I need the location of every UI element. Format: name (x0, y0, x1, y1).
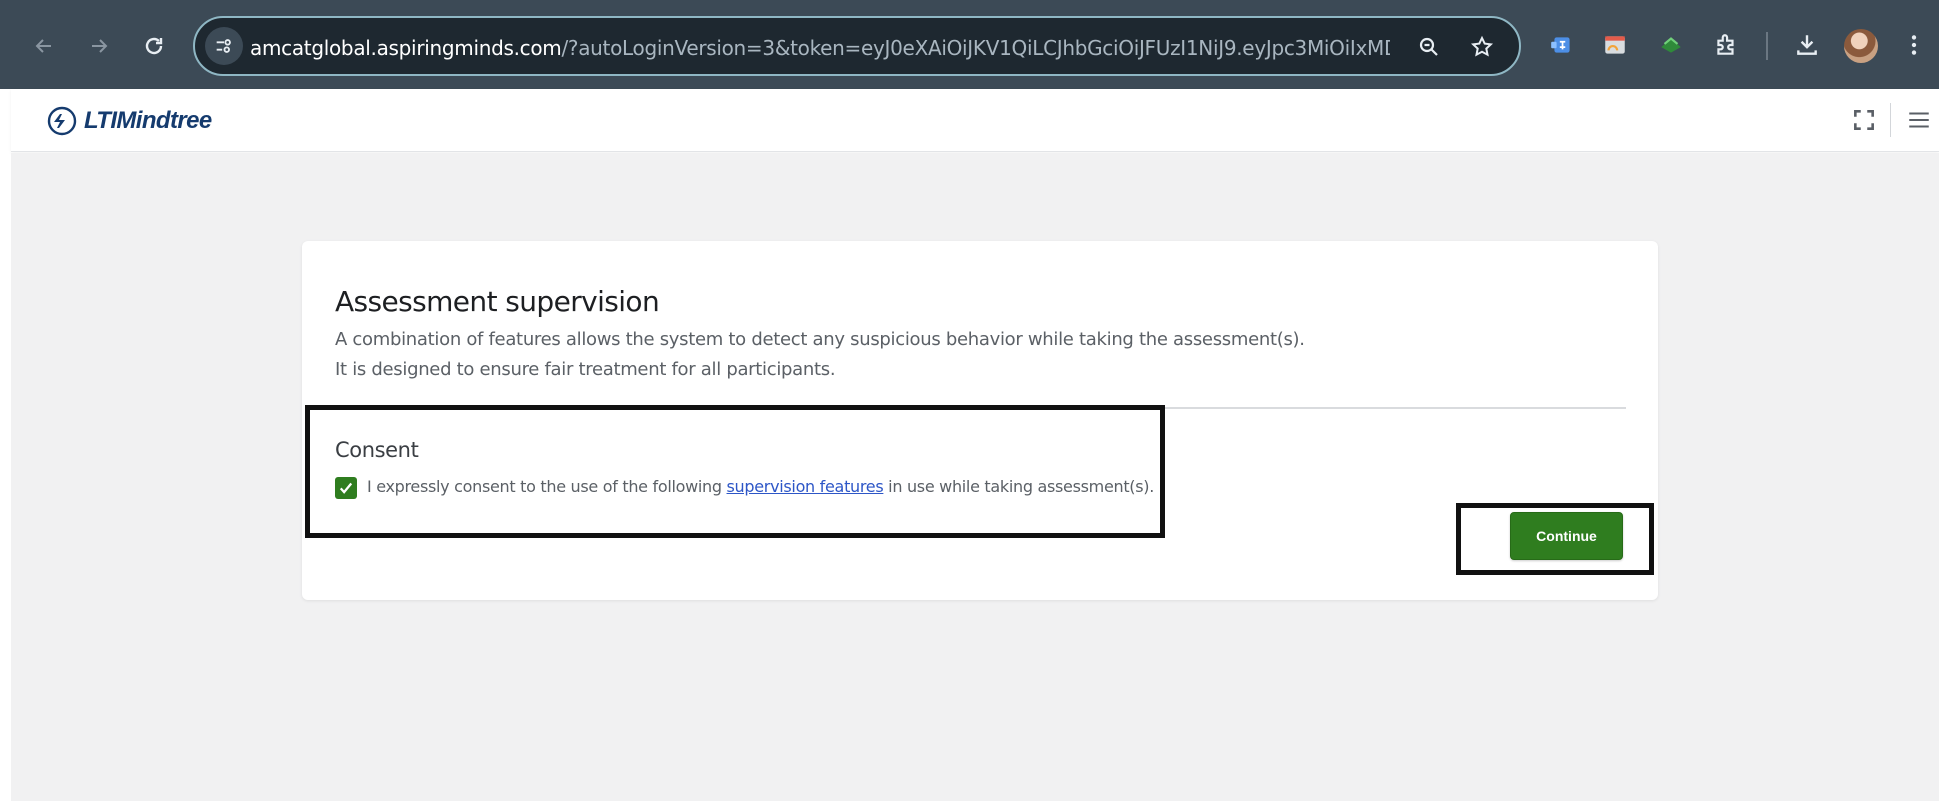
bookmark-star-icon[interactable] (1466, 31, 1498, 63)
extension-cast-icon[interactable] (1600, 30, 1630, 60)
fullscreen-icon[interactable] (1849, 105, 1879, 135)
browser-toolbar: amcatglobal.aspiringminds.com/?autoLogin… (0, 0, 1939, 89)
header-separator (1890, 103, 1891, 137)
url-host: amcatglobal.aspiringminds.com (250, 36, 562, 60)
zoom-icon[interactable] (1413, 31, 1445, 63)
app-header: LTIMindtree (11, 89, 1939, 152)
ltimindtree-logo-icon (47, 106, 77, 136)
page-title: Assessment supervision (335, 285, 660, 318)
toolbar-divider (1766, 32, 1768, 60)
url-path: /?autoLoginVersion=3&token=eyJ0eXAiOiJKV… (561, 36, 1390, 60)
ltimindtree-logo[interactable]: LTIMindtree (46, 101, 212, 141)
download-icon[interactable] (1792, 30, 1822, 60)
hamburger-menu-icon[interactable] (1904, 105, 1934, 135)
logo-text: LTIMindtree (84, 107, 212, 134)
continue-button[interactable]: Continue (1510, 512, 1623, 560)
left-gutter (0, 0, 11, 801)
description-line-2: It is designed to ensure fair treatment … (335, 359, 836, 380)
extension-layers-icon[interactable] (1656, 30, 1686, 60)
description-line-1: A combination of features allows the sys… (335, 329, 1305, 350)
more-menu-icon[interactable] (1899, 30, 1929, 60)
extension-icon[interactable] (1711, 30, 1741, 60)
site-info-icon[interactable] (205, 27, 243, 65)
back-arrow-icon[interactable] (22, 24, 66, 68)
profile-avatar[interactable] (1844, 29, 1878, 63)
forward-arrow-icon[interactable] (77, 24, 121, 68)
extension-translate-icon[interactable] (1547, 30, 1577, 60)
address-bar[interactable]: amcatglobal.aspiringminds.com/?autoLogin… (193, 16, 1521, 76)
consent-highlight-box (305, 405, 1165, 538)
reload-icon[interactable] (132, 24, 176, 68)
url-text[interactable]: amcatglobal.aspiringminds.com/?autoLogin… (250, 35, 1390, 61)
